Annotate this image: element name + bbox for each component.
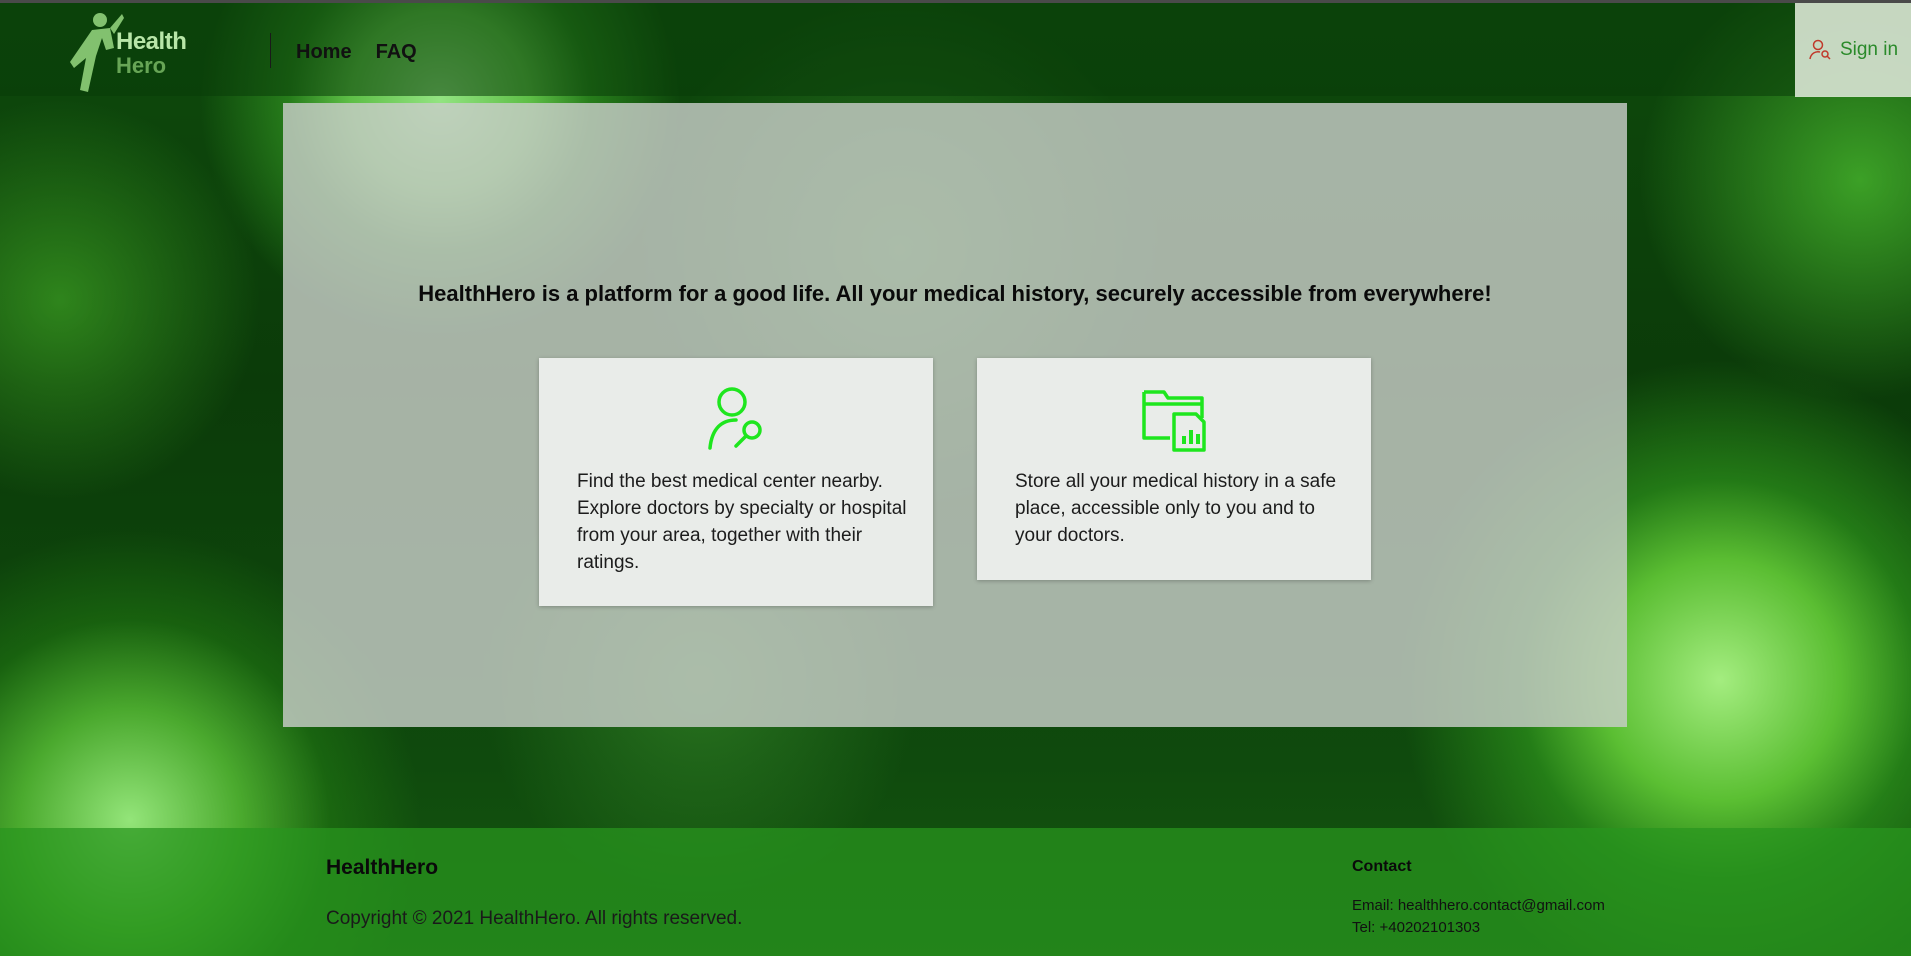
nav-home-link[interactable]: Home <box>296 41 352 64</box>
footer-phone[interactable]: Tel: +40202101303 <box>1352 919 1480 936</box>
footer-email[interactable]: Email: healthhero.contact@gmail.com <box>1352 897 1605 914</box>
folder-chart-icon <box>1142 390 1206 452</box>
logo-text-health: Health <box>116 28 187 55</box>
intro-panel: HealthHero is a platform for a good life… <box>283 103 1627 727</box>
user-search-icon <box>708 387 762 450</box>
site-footer: HealthHero Copyright © 2021 HealthHero. … <box>0 828 1911 956</box>
healthhero-logo[interactable]: Health Hero <box>66 8 206 94</box>
nav-divider <box>270 33 271 68</box>
platform-tagline: HealthHero is a platform for a good life… <box>418 281 1492 306</box>
footer-copyright: Copyright © 2021 HealthHero. All rights … <box>326 908 743 929</box>
feature-text-store-history: Store all your medical history in a safe… <box>1015 471 1337 546</box>
footer-contact-title: Contact <box>1352 858 1412 875</box>
feature-card-find-center: Find the best medical center nearby. Exp… <box>539 358 933 606</box>
sign-in-button[interactable]: Sign in <box>1795 3 1911 97</box>
logo-text-hero: Hero <box>116 53 167 78</box>
nav-faq-link[interactable]: FAQ <box>376 41 417 64</box>
site-header: Health Hero Home FAQ <box>0 3 1911 96</box>
main-nav: Home FAQ <box>296 41 417 64</box>
footer-brand: HealthHero <box>326 856 439 879</box>
sign-in-label: Sign in <box>1839 39 1899 60</box>
feature-text-find-center: Find the best medical center nearby. Exp… <box>577 471 907 573</box>
feature-card-store-history: Store all your medical history in a safe… <box>977 358 1371 580</box>
sign-in-user-icon <box>1809 39 1831 60</box>
